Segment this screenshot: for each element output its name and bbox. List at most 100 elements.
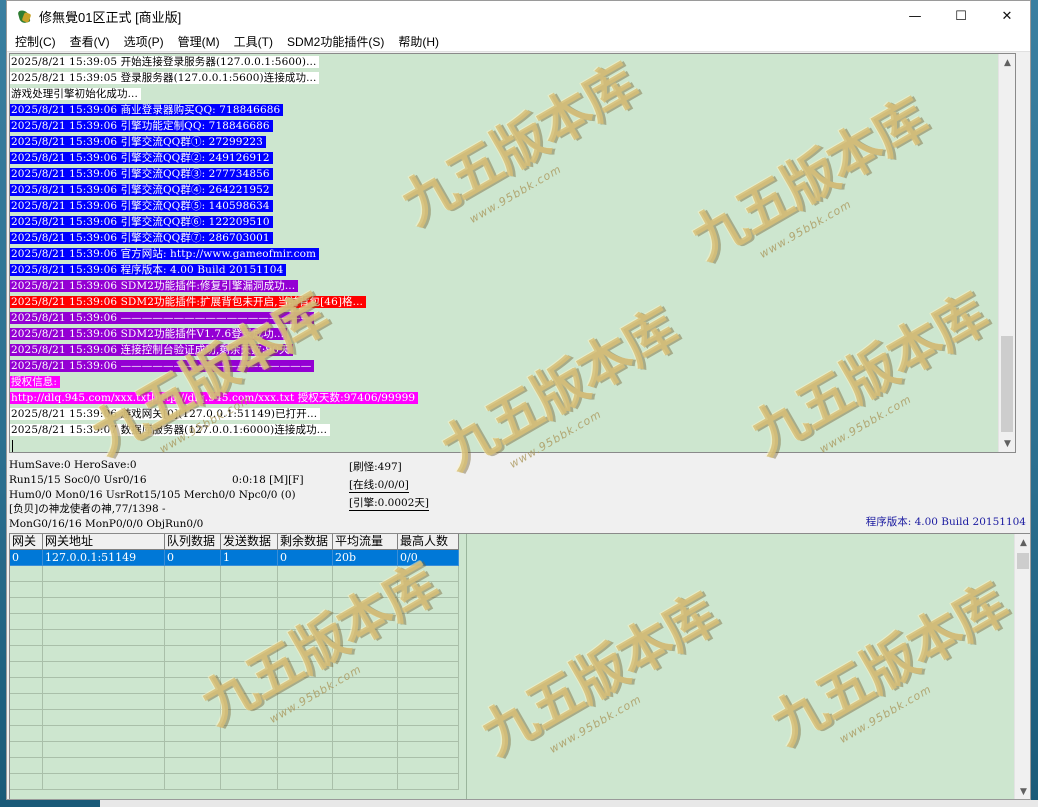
menu-tools[interactable]: 工具(T) bbox=[227, 32, 280, 52]
log-output[interactable]: 2025/8/21 15:39:05 开始连接登录服务器(127.0.0.1:5… bbox=[9, 53, 1016, 453]
empty-cell bbox=[10, 726, 43, 742]
log-line: 2025/8/21 15:39:06 SDM2功能插件:扩展背包未开启,当前背包… bbox=[10, 294, 1015, 310]
minimize-button[interactable]: — bbox=[892, 1, 938, 32]
empty-cell bbox=[221, 694, 278, 710]
empty-table-row bbox=[10, 774, 466, 790]
menu-manage[interactable]: 管理(M) bbox=[171, 32, 227, 52]
header-average-traffic[interactable]: 平均流量 bbox=[333, 534, 398, 550]
log-line-text: 游戏处理引擎初始化成功... bbox=[10, 88, 141, 100]
empty-table-row bbox=[10, 662, 466, 678]
header-gateway[interactable]: 网关 bbox=[10, 534, 43, 550]
scroll-up-arrow-icon[interactable]: ▲ bbox=[999, 54, 1015, 71]
log-line: 2025/8/21 15:39:06 商业登录器购买QQ: 718846686 bbox=[10, 102, 1015, 118]
header-queue-data[interactable]: 队列数据 bbox=[165, 534, 221, 550]
empty-cell bbox=[278, 646, 333, 662]
log-lines: 2025/8/21 15:39:05 开始连接登录服务器(127.0.0.1:5… bbox=[10, 54, 1015, 438]
log-line: 2025/8/21 15:39:06 引擎交流QQ群③: 277734856 bbox=[10, 166, 1015, 182]
log-line-text: 2025/8/21 15:39:05 登录服务器(127.0.0.1:5600)… bbox=[10, 72, 320, 84]
close-button[interactable]: ✕ bbox=[984, 1, 1030, 32]
menu-help[interactable]: 帮助(H) bbox=[391, 32, 446, 52]
empty-cell bbox=[43, 726, 165, 742]
log-line: 2025/8/21 15:39:06 引擎交流QQ群④: 264221952 bbox=[10, 182, 1015, 198]
empty-cell bbox=[165, 646, 221, 662]
empty-cell bbox=[165, 694, 221, 710]
cell-remaining-data: 0 bbox=[278, 550, 333, 566]
empty-cell bbox=[43, 662, 165, 678]
table-header: 网关 网关地址 队列数据 发送数据 剩余数据 平均流量 最高人数 bbox=[10, 534, 466, 550]
empty-cell bbox=[333, 742, 398, 758]
empty-cell bbox=[398, 662, 459, 678]
log-scroll-thumb[interactable] bbox=[1001, 336, 1013, 432]
empty-cell bbox=[278, 630, 333, 646]
empty-cell bbox=[221, 614, 278, 630]
empty-cell bbox=[165, 630, 221, 646]
empty-cell bbox=[165, 742, 221, 758]
empty-cell bbox=[333, 774, 398, 790]
empty-cell bbox=[398, 678, 459, 694]
log-cursor-line bbox=[10, 438, 1015, 452]
menu-view[interactable]: 查看(V) bbox=[63, 32, 117, 52]
empty-cell bbox=[221, 758, 278, 774]
log-line: http://dlq.945.com/xxx.txt|http://dlq.94… bbox=[10, 390, 1015, 406]
header-max-players[interactable]: 最高人数 bbox=[398, 534, 459, 550]
empty-cell bbox=[278, 614, 333, 630]
empty-cell bbox=[43, 646, 165, 662]
empty-cell bbox=[278, 758, 333, 774]
empty-cell bbox=[10, 694, 43, 710]
log-line-text: 授权信息: bbox=[10, 376, 61, 388]
player-status: [负贝]の神龙使者の神,77/1398 - bbox=[9, 503, 166, 515]
header-send-data[interactable]: 发送数据 bbox=[221, 534, 278, 550]
table-row[interactable]: 0 127.0.0.1:51149 0 1 0 20b 0/0 bbox=[10, 550, 466, 566]
empty-cell bbox=[333, 662, 398, 678]
empty-cell bbox=[43, 630, 165, 646]
empty-cell bbox=[43, 742, 165, 758]
empty-table-row bbox=[10, 710, 466, 726]
grid-scroll-thumb[interactable] bbox=[1017, 553, 1029, 569]
empty-cell bbox=[333, 694, 398, 710]
empty-cell bbox=[221, 646, 278, 662]
log-line: 2025/8/21 15:39:06 官方网站: http://www.game… bbox=[10, 246, 1015, 262]
empty-cell bbox=[278, 678, 333, 694]
empty-cell bbox=[333, 566, 398, 582]
empty-cell bbox=[43, 582, 165, 598]
menu-options[interactable]: 选项(P) bbox=[117, 32, 171, 52]
empty-cell bbox=[43, 774, 165, 790]
header-remaining-data[interactable]: 剩余数据 bbox=[278, 534, 333, 550]
title-bar[interactable]: 修無覺01区正式 [商业版] — ☐ ✕ bbox=[7, 1, 1030, 32]
cell-max-players: 0/0 bbox=[398, 550, 459, 566]
grid-scroll-down-icon[interactable]: ▼ bbox=[1015, 783, 1030, 799]
gateway-table[interactable]: 网关 网关地址 队列数据 发送数据 剩余数据 平均流量 最高人数 0 127.0… bbox=[10, 534, 467, 799]
empty-cell bbox=[165, 582, 221, 598]
empty-cell bbox=[398, 646, 459, 662]
minimize-icon: — bbox=[908, 9, 922, 24]
empty-cell bbox=[10, 566, 43, 582]
log-line-text: 2025/8/21 15:39:06 程序版本: 4.00 Build 2015… bbox=[10, 264, 287, 276]
empty-cell bbox=[398, 582, 459, 598]
empty-cell bbox=[333, 630, 398, 646]
scroll-down-arrow-icon[interactable]: ▼ bbox=[999, 435, 1015, 452]
empty-cell bbox=[278, 598, 333, 614]
empty-rows bbox=[10, 566, 466, 790]
grid-scroll-up-icon[interactable]: ▲ bbox=[1015, 534, 1030, 551]
online-count: [在线:0/0/0] bbox=[349, 479, 409, 493]
log-line-text: 2025/8/21 15:39:06 引擎交流QQ群②: 249126912 bbox=[10, 152, 273, 164]
log-line: 2025/8/21 15:39:06 程序版本: 4.00 Build 2015… bbox=[10, 262, 1015, 278]
menu-sdm2-plugin[interactable]: SDM2功能插件(S) bbox=[280, 32, 391, 52]
empty-cell bbox=[165, 758, 221, 774]
header-gateway-address[interactable]: 网关地址 bbox=[43, 534, 165, 550]
cell-average-traffic: 20b bbox=[333, 550, 398, 566]
empty-cell bbox=[221, 678, 278, 694]
grid-scrollbar[interactable]: ▲ ▼ bbox=[1014, 534, 1030, 799]
window-title: 修無覺01区正式 [商业版] bbox=[39, 10, 182, 25]
cell-gateway: 0 bbox=[10, 550, 43, 566]
menu-bar: 控制(C) 查看(V) 选项(P) 管理(M) 工具(T) SDM2功能插件(S… bbox=[7, 32, 1030, 52]
log-scrollbar[interactable]: ▲ ▼ bbox=[998, 54, 1015, 452]
empty-cell bbox=[398, 598, 459, 614]
empty-cell bbox=[398, 774, 459, 790]
log-line-text: 2025/8/21 15:39:06 引擎交流QQ群③: 277734856 bbox=[10, 168, 273, 180]
maximize-button[interactable]: ☐ bbox=[938, 1, 984, 32]
empty-cell bbox=[10, 630, 43, 646]
menu-control[interactable]: 控制(C) bbox=[7, 32, 63, 52]
monster-status: MonG0/16/16 MonP0/0/0 ObjRun0/0 bbox=[9, 518, 204, 530]
empty-cell bbox=[221, 662, 278, 678]
